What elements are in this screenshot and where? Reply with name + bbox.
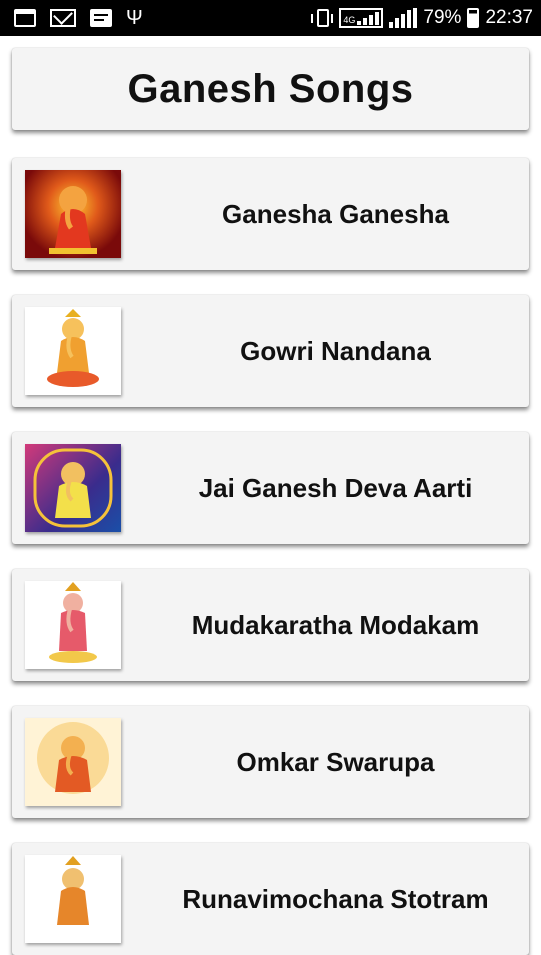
song-title: Gowri Nandana xyxy=(240,335,431,366)
ganesha-image-icon xyxy=(25,581,121,669)
ganesha-image-icon xyxy=(25,718,121,806)
network-type-label: 4G xyxy=(343,15,356,25)
song-title: Runavimochana Stotram xyxy=(182,883,489,914)
gmail-icon xyxy=(50,9,76,27)
status-bar: Ψ 4G 79% 22:37 xyxy=(0,0,541,36)
song-item-5[interactable]: Omkar Swarupa xyxy=(12,706,529,818)
song-item-4[interactable]: Mudakaratha Modakam xyxy=(12,569,529,681)
message-icon xyxy=(90,9,112,27)
notification-icons: Ψ xyxy=(14,8,143,28)
calendar-icon xyxy=(14,9,36,27)
song-title: Ganesha Ganesha xyxy=(222,198,449,229)
clock: 22:37 xyxy=(485,7,533,28)
ganesha-image-icon xyxy=(25,170,121,258)
header-card: Ganesh Songs xyxy=(12,48,529,130)
song-title: Jai Ganesh Deva Aarti xyxy=(198,472,473,503)
song-item-1[interactable]: Ganesha Ganesha xyxy=(12,158,529,270)
song-item-3[interactable]: Jai Ganesh Deva Aarti xyxy=(12,432,529,544)
usb-icon: Ψ xyxy=(126,7,143,29)
page-title: Ganesh Songs xyxy=(127,66,414,111)
system-icons: 4G 79% 22:37 xyxy=(311,7,533,29)
ganesha-image-icon xyxy=(25,307,121,395)
song-title: Mudakaratha Modakam xyxy=(191,609,480,640)
song-title: Omkar Swarupa xyxy=(236,746,435,777)
signal-icon xyxy=(389,8,418,28)
song-item-2[interactable]: Gowri Nandana xyxy=(12,295,529,407)
signal-4g-icon: 4G xyxy=(339,8,384,28)
battery-percent: 79% xyxy=(423,7,462,28)
ganesha-image-icon xyxy=(25,855,121,943)
ganesha-image-icon xyxy=(25,444,121,532)
song-item-6[interactable]: Runavimochana Stotram xyxy=(12,843,529,955)
vibrate-icon xyxy=(311,9,334,27)
battery-icon xyxy=(467,8,480,28)
